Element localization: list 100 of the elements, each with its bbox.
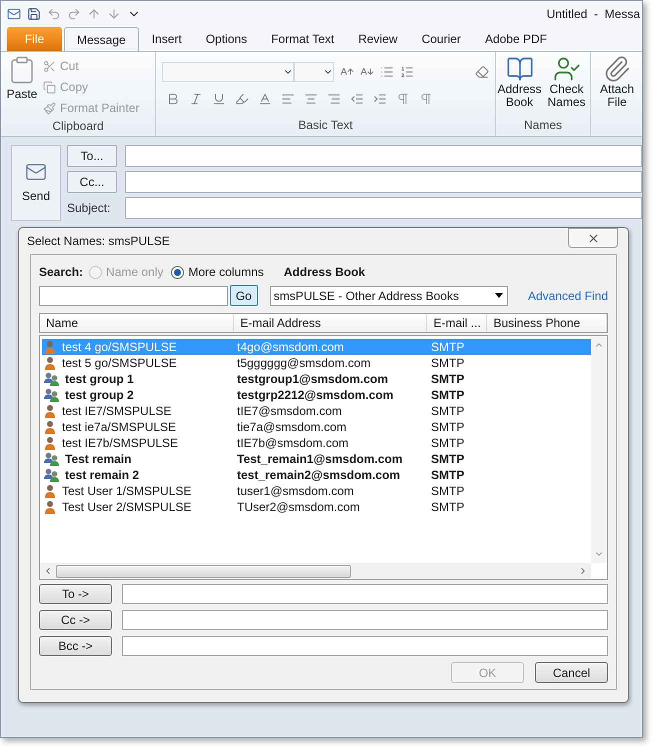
highlight-icon[interactable] — [235, 92, 249, 106]
send-button[interactable]: Send — [11, 145, 61, 221]
recipient-field[interactable] — [122, 636, 608, 656]
align-left-icon[interactable] — [281, 92, 295, 106]
dropdown-arrow-icon — [494, 293, 503, 298]
email-cell-text: tie7a@smsdom.com — [237, 419, 348, 436]
ribbon-tab[interactable]: Message — [64, 27, 139, 51]
recipient-field[interactable] — [122, 610, 608, 630]
name-cell-text: test IE7/SMSPULSE — [62, 403, 172, 420]
ribbon-tab[interactable]: Adobe PDF — [474, 27, 558, 51]
vertical-scrollbar[interactable] — [591, 336, 607, 563]
pilcrow-icon[interactable] — [396, 92, 410, 106]
name-row[interactable]: Test remain Test_remain1@smsdom.com SMTP — [42, 451, 591, 467]
name-cell-text: test 4 go/SMSPULSE — [62, 339, 177, 356]
radio-button[interactable] — [171, 266, 184, 278]
radio-label: More columns — [188, 264, 264, 281]
email-type-cell-text: SMTP — [431, 387, 466, 404]
email-type-cell-text: SMTP — [431, 483, 466, 500]
person-icon — [44, 420, 56, 434]
name-cell-text: Test remain — [65, 451, 132, 468]
name-cell-text: test group 2 — [65, 387, 134, 404]
envelope-icon — [25, 161, 47, 183]
align-right-icon[interactable] — [327, 92, 341, 106]
email-type-cell-text: SMTP — [431, 499, 466, 516]
address-field[interactable] — [125, 145, 642, 167]
pilcrow-icon[interactable] — [419, 92, 433, 106]
book-icon — [506, 55, 534, 83]
advanced-find-link[interactable]: Advanced Find — [528, 286, 608, 304]
undo-icon[interactable] — [47, 7, 61, 21]
email-type-cell-text: SMTP — [431, 403, 466, 420]
group-icon — [44, 452, 59, 466]
address-book-dropdown[interactable]: smsPULSE - Other Address Books — [270, 286, 508, 306]
person-icon — [44, 340, 56, 354]
name-cell-text: test ie7a/SMSPULSE — [62, 419, 176, 436]
bold-icon[interactable] — [166, 92, 180, 106]
attach-file-button[interactable]: Attach File — [595, 52, 639, 109]
close-button[interactable] — [568, 228, 618, 248]
column-header[interactable]: Name — [40, 314, 234, 332]
save-icon[interactable] — [27, 7, 41, 21]
name-row[interactable]: test IE7b/SMSPULSE tIE7b@smsdom.com SMTP — [42, 435, 591, 451]
numbering-icon[interactable] — [400, 65, 414, 79]
scrollbar-thumb[interactable] — [56, 564, 351, 578]
name-row[interactable]: test 5 go/SMSPULSE t5gggggg@smsdom.com SMTP — [42, 355, 591, 371]
names-button[interactable]: Check Names — [544, 55, 588, 116]
address-button[interactable]: Cc... — [67, 171, 117, 193]
recipient-button[interactable]: Cc -> — [39, 610, 112, 630]
group-icon — [44, 468, 59, 482]
name-cell-text: test group 1 — [65, 371, 134, 388]
decrease-indent-icon[interactable] — [350, 92, 364, 106]
search-label: Search: — [39, 264, 84, 281]
copy-icon — [43, 80, 56, 94]
column-header[interactable]: E-mail ... — [427, 314, 488, 332]
cancel-button[interactable]: Cancel — [535, 662, 608, 683]
horizontal-scrollbar[interactable] — [40, 563, 591, 579]
email-cell-text: TUser2@smsdom.com — [237, 499, 361, 516]
go-button[interactable]: Go — [230, 285, 258, 306]
paintbrush-icon — [43, 102, 56, 114]
name-cell-text: Test User 2/SMSPULSE — [62, 499, 192, 516]
name-cell-text: test remain 2 — [65, 467, 140, 484]
search-field[interactable] — [39, 286, 228, 306]
next-item-icon[interactable] — [107, 7, 121, 21]
paste-button[interactable]: Paste — [1, 55, 43, 117]
font-size-field[interactable] — [294, 62, 334, 82]
name-row[interactable]: test IE7/SMSPULSE tIE7@smsdom.com SMTP — [42, 403, 591, 419]
italic-icon[interactable] — [189, 92, 203, 106]
subject-label: Subject: — [67, 200, 112, 217]
font-field[interactable] — [162, 62, 294, 82]
ribbon-tab[interactable]: Options — [194, 27, 258, 51]
previous-item-icon[interactable] — [87, 7, 101, 21]
name-row[interactable]: Test User 1/SMSPULSE tuser1@smsdom.com SMTP — [42, 483, 591, 499]
font-color-icon[interactable] — [258, 92, 272, 106]
address-button[interactable]: To... — [67, 145, 117, 167]
recipient-button[interactable]: To -> — [39, 584, 112, 604]
address-field[interactable] — [125, 171, 642, 193]
name-cell-text: Test User 1/SMSPULSE — [62, 483, 192, 500]
names-button[interactable]: Address Book — [498, 55, 542, 116]
name-row[interactable]: test ie7a/SMSPULSE tie7a@smsdom.com SMTP — [42, 419, 591, 435]
paperclip-icon — [603, 55, 631, 83]
recipient-field[interactable] — [122, 584, 608, 604]
name-row[interactable]: test group 2 testgrp2212@smsdom.com SMTP — [42, 387, 591, 403]
email-cell-text: testgroup1@smsdom.com — [237, 371, 390, 388]
ribbon-tab[interactable]: Insert — [140, 27, 193, 51]
email-cell-text: testgrp2212@smsdom.com — [237, 387, 394, 404]
clear-formatting-icon[interactable] — [475, 65, 489, 79]
column-header[interactable]: E-mail Address — [234, 314, 428, 332]
subject-field[interactable] — [125, 197, 642, 219]
ribbon-tab[interactable]: Courier — [410, 27, 472, 51]
column-header[interactable]: Business Phone — [487, 314, 607, 332]
name-row[interactable]: test group 1 testgroup1@smsdom.com SMTP — [42, 371, 591, 387]
underline-icon[interactable] — [212, 92, 226, 106]
name-row[interactable]: test remain 2 test_remain2@smsdom.com SMTP — [42, 467, 591, 483]
email-type-cell-text: SMTP — [431, 467, 466, 484]
ribbon-tab[interactable]: Format Text — [260, 27, 346, 51]
center-icon[interactable] — [304, 92, 318, 106]
email-type-cell-text: SMTP — [431, 451, 466, 468]
increase-indent-icon[interactable] — [373, 92, 387, 106]
recipient-button[interactable]: Bcc -> — [39, 636, 112, 656]
ribbon-tab[interactable]: Review — [347, 27, 409, 51]
name-row[interactable]: Test User 2/SMSPULSE TUser2@smsdom.com SMTP — [42, 499, 591, 515]
redo-icon[interactable] — [67, 7, 81, 21]
